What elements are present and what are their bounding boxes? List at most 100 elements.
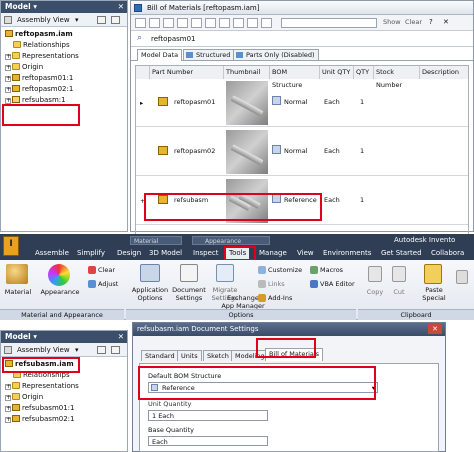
search-field[interactable] — [281, 18, 377, 28]
bom-structure-value[interactable]: Normal — [284, 98, 308, 106]
tree-item-root[interactable]: reftopasm.iam — [3, 29, 125, 40]
tab-parts-only[interactable]: Parts Only (Disabled) — [233, 49, 319, 60]
tree-item-reftopasm02[interactable]: + reftopasm02:1 — [3, 84, 125, 95]
clear-button[interactable]: Clear — [405, 18, 422, 26]
tab-inspect[interactable]: Inspect — [190, 247, 222, 259]
close-icon[interactable]: ✕ — [428, 324, 442, 334]
chevron-down-icon[interactable]: ▾ — [75, 13, 79, 27]
tab-manage[interactable]: Manage — [256, 247, 290, 259]
tab-get-started[interactable]: Get Started — [378, 247, 425, 259]
tree-item-reftopasm01[interactable]: + reftopasm01:1 — [3, 73, 125, 84]
vba-editor-button[interactable]: VBA Editor — [320, 280, 355, 288]
application-options-icon[interactable] — [140, 264, 160, 282]
export-icon[interactable] — [149, 18, 160, 28]
column-header-unit-qty[interactable]: Unit QTY — [320, 66, 354, 79]
tab-simplify[interactable]: Simplify — [74, 247, 108, 259]
clipboard-more-icon[interactable] — [456, 270, 468, 284]
vba-editor-icon[interactable] — [310, 280, 318, 288]
expand-icon[interactable]: + — [5, 417, 11, 423]
tab-standard[interactable]: Standard — [141, 350, 179, 361]
tree-item-representations[interactable]: + Representations — [3, 51, 125, 62]
merge-icon[interactable] — [219, 18, 230, 28]
sort-icon[interactable] — [191, 18, 202, 28]
tab-view[interactable]: View — [294, 247, 317, 259]
links-icon[interactable] — [258, 280, 266, 288]
filter-value[interactable]: reftopasm01 — [151, 35, 196, 43]
assembly-view-dropdown[interactable]: Assembly View — [17, 13, 70, 27]
appearance-dropdown[interactable]: Appearance — [192, 236, 270, 245]
search-icon[interactable] — [97, 16, 106, 24]
bom-structure-value[interactable]: Normal — [284, 147, 308, 155]
links-button[interactable]: Links — [268, 280, 285, 288]
app-menu-icon[interactable]: I — [3, 236, 19, 256]
expand-icon[interactable]: + — [5, 384, 11, 390]
unit-quantity-field[interactable]: 1 Each — [148, 410, 268, 421]
expand-icon[interactable]: + — [5, 65, 11, 71]
show-button[interactable]: Show — [383, 18, 401, 26]
material-button[interactable]: Material — [2, 288, 34, 296]
clear-icon[interactable] — [88, 266, 96, 274]
base-quantity-field[interactable]: Each — [148, 436, 268, 446]
expand-icon[interactable]: + — [5, 76, 11, 82]
tab-structured[interactable]: Structured — [183, 49, 235, 60]
column-header-qty[interactable]: QTY — [354, 66, 374, 79]
filter-icon[interactable] — [4, 346, 12, 354]
tab-collaborate[interactable]: Collabora — [428, 247, 467, 259]
browser-header[interactable]: Model ▾ ✕ — [1, 1, 127, 13]
macros-icon[interactable] — [310, 266, 318, 274]
tree-item-origin[interactable]: + Origin — [3, 62, 125, 73]
customize-icon[interactable] — [258, 266, 266, 274]
document-settings-icon[interactable] — [180, 264, 198, 282]
tab-environments[interactable]: Environments — [320, 247, 374, 259]
tree-item-refsubasm02[interactable]: + refsubasm02:1 — [3, 414, 125, 425]
copy-button[interactable]: Copy — [362, 288, 388, 296]
tab-model-data[interactable]: Model Data — [137, 49, 183, 61]
menu-icon[interactable] — [111, 346, 120, 354]
help-icon[interactable] — [261, 18, 272, 28]
column-header-thumbnail[interactable]: Thumbnail — [224, 66, 270, 79]
add-ins-button[interactable]: Add-Ins — [268, 294, 292, 302]
tab-sketch[interactable]: Sketch — [203, 350, 233, 361]
tab-assemble[interactable]: Assemble — [32, 247, 72, 259]
help-icon[interactable]: ? — [429, 18, 439, 28]
view-icon[interactable] — [177, 18, 188, 28]
material-dropdown[interactable]: Material — [130, 236, 182, 245]
setup-icon[interactable] — [233, 18, 244, 28]
tree-item-representations[interactable]: + Representations — [3, 381, 125, 392]
close-icon[interactable]: ✕ — [118, 1, 124, 13]
tab-units[interactable]: Units — [177, 350, 202, 361]
assembly-view-dropdown[interactable]: Assembly View — [17, 343, 70, 357]
cut-button[interactable]: Cut — [386, 288, 412, 296]
update-icon[interactable] — [135, 18, 146, 28]
paste-special-button[interactable]: Paste Special — [416, 286, 452, 302]
migrate-settings-icon[interactable] — [216, 264, 234, 282]
close-icon[interactable]: ✕ — [443, 18, 449, 26]
clear-button[interactable]: Clear — [98, 266, 115, 274]
customize-button[interactable]: Customize — [268, 266, 302, 274]
table-row[interactable]: ▸ reftopasm01 Normal Each 1 — [136, 79, 468, 127]
column-header-part-number[interactable]: Part Number — [150, 66, 224, 79]
tree-item-relationships[interactable]: Relationships — [3, 40, 125, 51]
close-icon[interactable]: ✕ — [118, 331, 124, 343]
application-options-button[interactable]: Application Options — [128, 286, 172, 302]
tab-design[interactable]: Design — [114, 247, 144, 259]
tree-item-refsubasm01[interactable]: + refsubasm01:1 — [3, 403, 125, 414]
column-header-bom-structure[interactable]: BOM Structure — [270, 66, 320, 89]
tree-item-origin[interactable]: + Origin — [3, 392, 125, 403]
paste-special-icon[interactable] — [424, 264, 442, 284]
adjust-icon[interactable] — [88, 280, 96, 288]
chevron-down-icon[interactable]: ▾ — [75, 343, 79, 357]
browser-header[interactable]: Model ▾ ✕ — [1, 331, 127, 343]
filter-icon[interactable] — [4, 16, 12, 24]
appearance-icon[interactable] — [48, 264, 70, 286]
expand-icon[interactable]: + — [5, 54, 11, 60]
settings-icon[interactable] — [247, 18, 258, 28]
macros-button[interactable]: Macros — [320, 266, 343, 274]
cut-icon[interactable] — [392, 266, 406, 282]
column-header-stock-number[interactable]: Stock Number — [374, 66, 420, 89]
expand-icon[interactable]: + — [5, 87, 11, 93]
table-row[interactable]: reftopasm02 Normal Each 1 — [136, 128, 468, 176]
adjust-button[interactable]: Adjust — [98, 280, 118, 288]
copy-icon[interactable] — [368, 266, 382, 282]
column-header-description[interactable]: Description — [420, 66, 468, 79]
